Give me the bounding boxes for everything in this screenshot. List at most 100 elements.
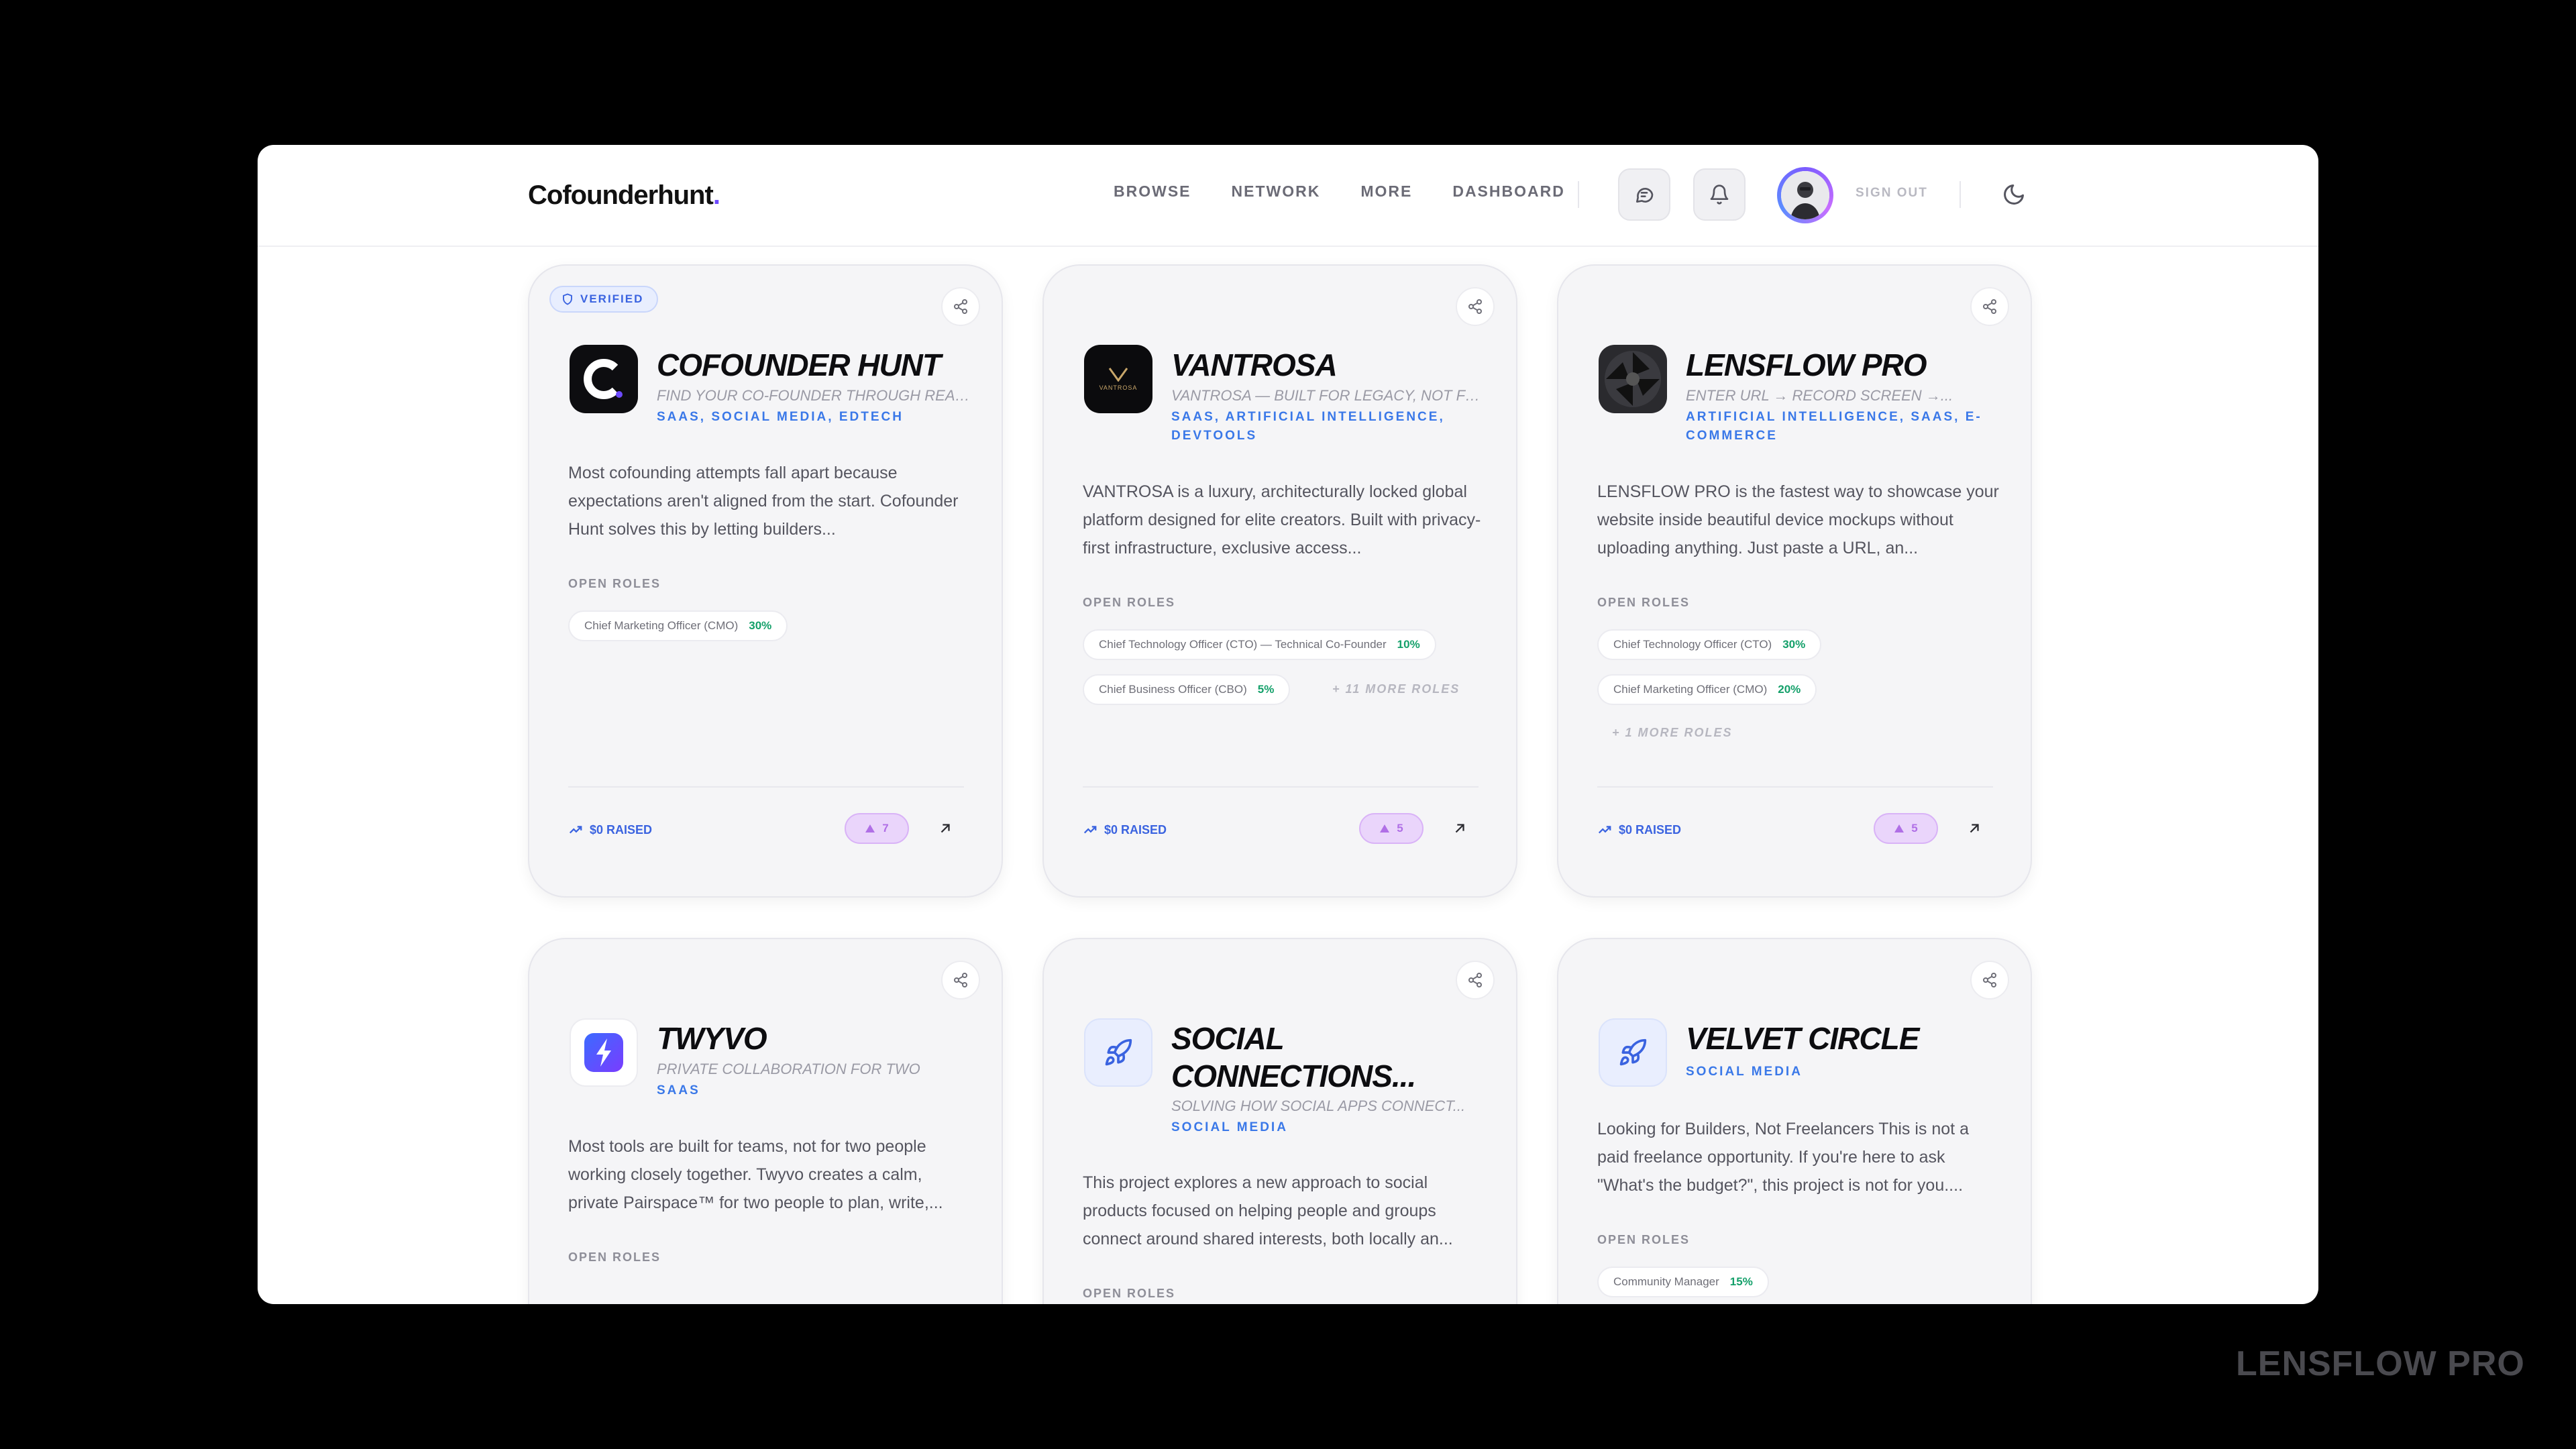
- upvote-button[interactable]: 5: [1359, 813, 1424, 844]
- share-button[interactable]: [941, 287, 980, 326]
- upvote-button[interactable]: 5: [1874, 813, 1938, 844]
- open-roles-label: OPEN ROLES: [1083, 596, 1176, 609]
- rocket-icon: [1619, 1038, 1647, 1066]
- share-button[interactable]: [1970, 961, 2009, 1000]
- project-title[interactable]: TWYVO: [657, 1020, 972, 1057]
- open-roles-label: OPEN ROLES: [568, 577, 661, 590]
- messages-button[interactable]: [1618, 168, 1670, 221]
- site-logo[interactable]: Cofounderhunt.: [528, 180, 720, 211]
- project-tags: ARTIFICIAL INTELLIGENCE, SAAS, E-COMMERC…: [1686, 410, 1982, 443]
- role-chip[interactable]: Community Manager 15%: [1597, 1267, 1769, 1297]
- project-logo: [1599, 345, 1667, 413]
- project-tagline: FIND YOUR CO-FOUNDER THROUGH REAL...: [657, 387, 972, 404]
- nav-divider: [1960, 181, 1961, 208]
- share-icon: [1983, 299, 1996, 314]
- share-icon: [1468, 299, 1482, 314]
- project-description: VANTROSA is a luxury, architecturally lo…: [1083, 482, 1481, 557]
- card-divider: [568, 786, 964, 788]
- share-icon: [1468, 973, 1482, 987]
- project-logo: [1599, 1018, 1667, 1087]
- trending-up-icon: [569, 826, 582, 834]
- nav-links: BROWSE NETWORK MORE DASHBOARD: [1114, 182, 1565, 201]
- open-roles-label: OPEN ROLES: [1597, 1233, 1690, 1246]
- project-tagline: VANTROSA — BUILT FOR LEGACY, NOT FOR...: [1171, 387, 1487, 404]
- triangle-up-icon: [1894, 824, 1904, 833]
- v-crest-icon: [1108, 368, 1128, 382]
- project-logo: VANTROSA: [1084, 345, 1152, 413]
- project-description: Looking for Builders, Not Freelancers Th…: [1597, 1120, 1969, 1195]
- raised-amount: $0 RAISED: [568, 822, 652, 837]
- role-chip[interactable]: Chief Marketing Officer (CMO) 30%: [568, 610, 788, 641]
- trending-up-icon: [1598, 826, 1611, 834]
- notifications-button[interactable]: [1693, 168, 1746, 221]
- project-title[interactable]: LENSFLOW PRO: [1686, 346, 2001, 384]
- project-title[interactable]: COFOUNDER HUNT: [657, 346, 972, 384]
- project-card[interactable]: VERIFIED COFOUNDER HUNT FIND YOUR CO-FOU…: [528, 264, 1003, 898]
- project-logo: [570, 345, 638, 413]
- project-title[interactable]: VELVET CIRCLE: [1686, 1020, 2001, 1057]
- nav-link-network[interactable]: NETWORK: [1232, 182, 1321, 201]
- project-tags: SAAS, SOCIAL MEDIA, EDTECH: [657, 410, 904, 424]
- upvote-button[interactable]: 7: [845, 813, 909, 844]
- project-description: Most cofounding attempts fall apart beca…: [568, 464, 959, 539]
- arrow-up-right-icon: [941, 824, 950, 833]
- arrow-up-right-icon: [1970, 824, 1979, 833]
- project-tags: SOCIAL MEDIA: [1686, 1065, 1803, 1079]
- project-tags: SOCIAL MEDIA: [1171, 1120, 1288, 1134]
- user-avatar[interactable]: [1777, 167, 1833, 223]
- role-chip[interactable]: Chief Business Officer (CBO) 5%: [1083, 674, 1291, 705]
- project-card[interactable]: SOCIAL CONNECTIONS... SOLVING HOW SOCIAL…: [1042, 938, 1517, 1304]
- watermark-text: LENSFLOW PRO: [2236, 1344, 2525, 1383]
- trending-up-icon: [1083, 826, 1097, 834]
- project-card[interactable]: TWYVO PRIVATE COLLABORATION FOR TWO SAAS…: [528, 938, 1003, 1304]
- project-tagline: PRIVATE COLLABORATION FOR TWO: [657, 1061, 920, 1077]
- project-card[interactable]: VELVET CIRCLE SOCIAL MEDIA Looking for B…: [1557, 938, 2032, 1304]
- role-chip[interactable]: Chief Technology Officer (CTO) 30%: [1597, 629, 1822, 660]
- role-chip[interactable]: Chief Marketing Officer (CMO) 20%: [1597, 674, 1817, 705]
- project-description: This project explores a new approach to …: [1083, 1173, 1453, 1248]
- nav-link-dashboard[interactable]: DASHBOARD: [1452, 182, 1565, 201]
- project-tagline: SOLVING HOW SOCIAL APPS CONNECT...: [1171, 1097, 1466, 1114]
- open-project-button[interactable]: [934, 818, 956, 839]
- share-button[interactable]: [1456, 287, 1495, 326]
- share-icon: [1983, 973, 1996, 987]
- raised-amount: $0 RAISED: [1597, 822, 1681, 837]
- open-roles-label: OPEN ROLES: [1083, 1287, 1176, 1300]
- share-button[interactable]: [1456, 961, 1495, 1000]
- nav-link-more[interactable]: MORE: [1360, 182, 1412, 201]
- project-logo: [1084, 1018, 1152, 1087]
- rocket-icon: [1105, 1038, 1132, 1066]
- share-icon: [954, 973, 967, 987]
- open-project-button[interactable]: [1449, 818, 1470, 839]
- project-logo: [570, 1018, 638, 1087]
- project-title[interactable]: SOCIAL CONNECTIONS...: [1171, 1020, 1487, 1095]
- project-card[interactable]: LENSFLOW PRO ENTER URL → RECORD SCREEN →…: [1557, 264, 2032, 898]
- project-tagline: ENTER URL → RECORD SCREEN →...: [1686, 387, 1953, 404]
- top-navbar: Cofounderhunt. BROWSE NETWORK MORE DASHB…: [258, 145, 2318, 247]
- project-title[interactable]: VANTROSA: [1171, 346, 1487, 384]
- role-chip[interactable]: Chief Technology Officer (CTO) — Technic…: [1083, 629, 1436, 660]
- project-card[interactable]: VANTROSA VANTROSA VANTROSA — BUILT FOR L…: [1042, 264, 1517, 898]
- card-divider: [1597, 786, 1993, 788]
- project-description: Most tools are built for teams, not for …: [568, 1137, 943, 1212]
- open-roles-label: OPEN ROLES: [1597, 596, 1690, 609]
- more-roles-link[interactable]: + 11 MORE ROLES: [1332, 682, 1460, 696]
- share-button[interactable]: [1970, 287, 2009, 326]
- chat-bubble-icon: [1636, 188, 1654, 203]
- twyvo-logo-icon: [584, 1033, 623, 1072]
- project-tags: SAAS, ARTIFICIAL INTELLIGENCE, DEVTOOLS: [1171, 410, 1445, 443]
- more-roles-link[interactable]: + 1 MORE ROLES: [1612, 726, 1733, 740]
- project-tags: SAAS: [657, 1083, 700, 1097]
- aperture-icon: [1605, 351, 1661, 407]
- arrow-up-right-icon: [1455, 824, 1464, 833]
- browser-window: Cofounderhunt. BROWSE NETWORK MORE DASHB…: [258, 145, 2318, 1304]
- sign-out-link[interactable]: SIGN OUT: [1856, 186, 1928, 201]
- share-button[interactable]: [941, 961, 980, 1000]
- nav-link-browse[interactable]: BROWSE: [1114, 182, 1191, 201]
- theme-toggle[interactable]: [2002, 182, 2026, 210]
- c-logo-icon: [584, 359, 623, 399]
- open-project-button[interactable]: [1964, 818, 1985, 839]
- shield-icon: [563, 293, 572, 305]
- project-description: LENSFLOW PRO is the fastest way to showc…: [1597, 482, 1999, 557]
- bell-icon: [1710, 184, 1729, 205]
